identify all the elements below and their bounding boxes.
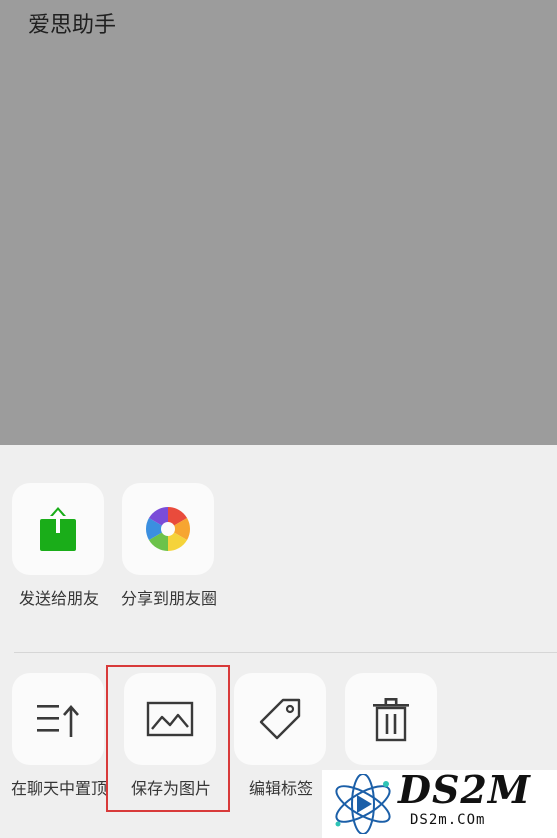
watermark-domain: DS2m.COm bbox=[410, 812, 486, 828]
edit-tags-button[interactable]: 编辑标签 bbox=[222, 673, 332, 823]
pin-to-top-label: 在聊天中置顶 bbox=[10, 779, 107, 798]
share-upload-icon bbox=[38, 507, 78, 551]
save-as-image-tile bbox=[124, 673, 216, 765]
share-to-moments-label: 分享到朋友圈 bbox=[120, 589, 217, 608]
save-as-image-label: 保存为图片 bbox=[130, 779, 211, 798]
share-to-moments-tile bbox=[122, 483, 214, 575]
chat-title: 爱思助手 bbox=[28, 13, 117, 38]
watermark-brand: DS2M bbox=[398, 767, 531, 812]
pin-to-top-button[interactable]: 在聊天中置顶 bbox=[0, 673, 110, 823]
site-watermark: DS2M DS2m.COm bbox=[322, 770, 557, 838]
trash-icon bbox=[371, 696, 411, 742]
send-to-friend-tile bbox=[12, 483, 104, 575]
tag-icon bbox=[257, 696, 303, 742]
save-as-image-button[interactable]: 保存为图片 bbox=[112, 673, 222, 823]
row-divider bbox=[14, 652, 557, 653]
atom-play-logo-icon bbox=[328, 774, 398, 834]
send-to-friend-button[interactable]: 发送给朋友 bbox=[0, 483, 110, 633]
dimmed-chat-background[interactable]: 爱思助手 bbox=[0, 0, 557, 445]
moments-aperture-icon bbox=[144, 505, 192, 553]
image-icon bbox=[146, 699, 194, 739]
action-row-share: 发送给朋友 分享到朋友圈 bbox=[0, 483, 557, 633]
pin-to-top-icon bbox=[35, 699, 81, 739]
pin-to-top-tile bbox=[12, 673, 104, 765]
send-to-friend-label: 发送给朋友 bbox=[18, 589, 99, 608]
share-to-moments-button[interactable]: 分享到朋友圈 bbox=[110, 483, 220, 633]
delete-tile bbox=[345, 673, 437, 765]
edit-tags-tile bbox=[234, 673, 326, 765]
